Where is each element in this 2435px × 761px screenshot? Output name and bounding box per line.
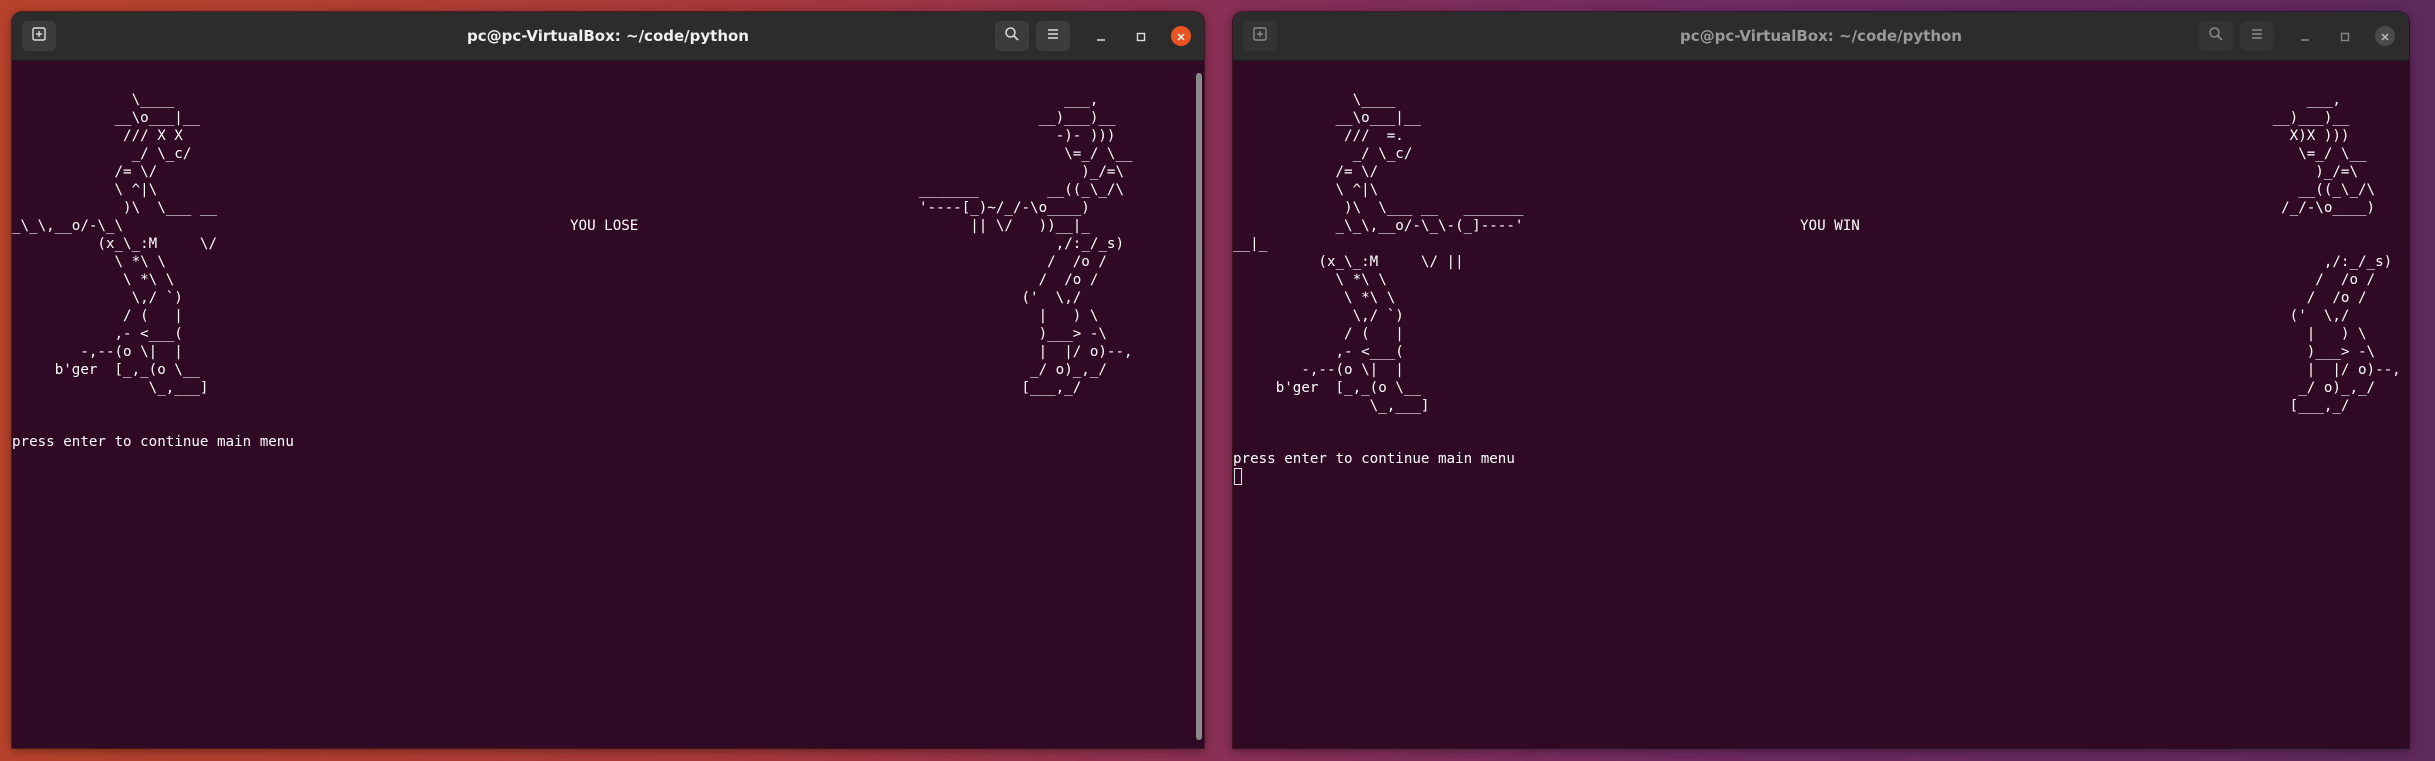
game-result-text: YOU LOSE [570,218,639,234]
terminal-output[interactable]: \____ __\o___|__ /// X X _/ \_c/ /= \/ \… [12,61,1204,748]
maximize-button[interactable] [1131,26,1151,46]
enemy-ascii-art: ___, __)___)__ -)- ))) \=_/ \__ )_/=\ __… [919,92,1133,396]
title-bar[interactable]: pc@pc-VirtualBox: ~/code/python [1233,12,2409,61]
continue-prompt: press enter to continue main menu [12,434,294,450]
text-cursor [1234,468,1242,485]
search-button[interactable] [995,21,1029,51]
close-icon [2380,27,2390,46]
hamburger-menu-icon [1045,26,1061,46]
terminal-output[interactable]: \____ __\o___|__ /// =. _/ \_c/ /= \/ \ … [1233,61,2409,748]
player-ascii-art: \____ __\o___|__ /// =. _/ \_c/ /= \/ \ … [1233,92,1524,414]
hamburger-menu-icon [2249,26,2265,46]
maximize-icon [2340,27,2350,46]
maximize-icon [1136,27,1146,46]
new-tab-button[interactable] [22,21,56,51]
new-tab-icon [31,26,47,46]
maximize-button[interactable] [2335,26,2355,46]
title-bar[interactable]: pc@pc-VirtualBox: ~/code/python [12,12,1204,61]
search-icon [1004,26,1020,46]
terminal-window-left[interactable]: pc@pc-VirtualBox: ~/code/python \____ __… [12,12,1204,748]
minimize-button[interactable] [1091,26,1111,46]
game-result-text: YOU WIN [1800,218,1860,234]
search-button[interactable] [2199,21,2233,51]
new-tab-icon [1252,26,1268,46]
close-icon [1176,27,1186,46]
menu-button[interactable] [2240,21,2274,51]
new-tab-button[interactable] [1243,21,1277,51]
menu-button[interactable] [1036,21,1070,51]
player-ascii-art: \____ __\o___|__ /// X X _/ \_c/ /= \/ \… [12,92,217,396]
close-button[interactable] [1171,26,1191,46]
scrollbar[interactable] [1196,73,1202,740]
search-icon [2208,26,2224,46]
enemy-ascii-art: ___, __)___)__ X)X ))) \=_/ \__ )_/=\ __… [2272,92,2401,414]
terminal-window-right[interactable]: pc@pc-VirtualBox: ~/code/python \____ __… [1233,12,2409,748]
continue-prompt: press enter to continue main menu [1233,451,1515,467]
minimize-icon [2300,27,2310,46]
minimize-icon [1096,27,1106,46]
close-button[interactable] [2375,26,2395,46]
minimize-button[interactable] [2295,26,2315,46]
